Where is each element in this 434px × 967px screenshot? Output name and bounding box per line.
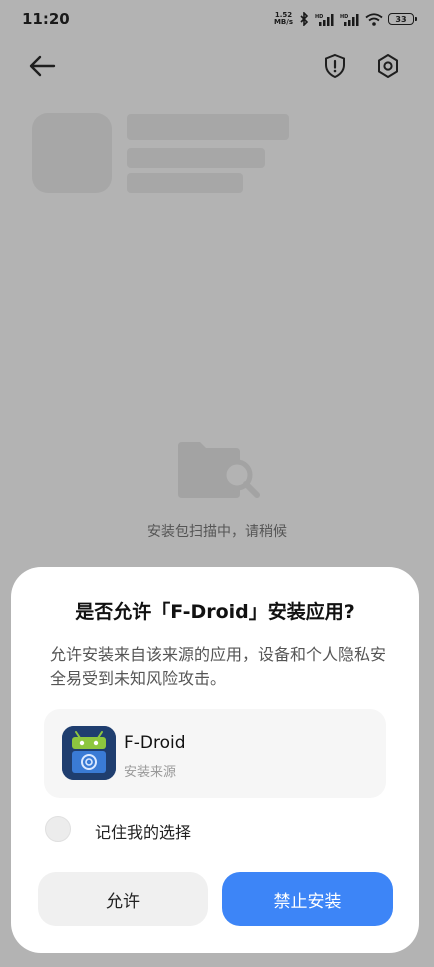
security-button[interactable] bbox=[319, 50, 351, 82]
settings-button[interactable] bbox=[372, 50, 404, 82]
signal-hd-icon: HD bbox=[340, 13, 359, 26]
dialog-description: 允许安装来自该来源的应用，设备和个人隐私安全易受到未知风险攻击。 bbox=[50, 645, 387, 688]
remember-choice-label[interactable]: 记住我的选择 bbox=[95, 819, 191, 843]
wifi-icon bbox=[365, 12, 383, 26]
remember-choice-checkbox[interactable] bbox=[45, 816, 71, 842]
dialog-title: 是否允许「F-Droid」安装应用? bbox=[75, 601, 355, 623]
battery-icon: 33 bbox=[388, 13, 417, 25]
signal-hd-icon: HD bbox=[315, 13, 334, 26]
network-speed: 1.52 MB/s bbox=[274, 12, 293, 26]
app-meta-placeholder bbox=[127, 173, 243, 193]
block-install-button[interactable]: 禁止安装 bbox=[222, 872, 393, 926]
network-speed-unit: MB/s bbox=[273, 18, 293, 26]
gear-icon bbox=[378, 54, 398, 78]
status-bar: 11:20 1.52 MB/s HD HD 33 bbox=[0, 0, 434, 38]
app-name: F-Droid bbox=[124, 733, 186, 753]
back-button[interactable] bbox=[26, 50, 58, 82]
svg-text:HD: HD bbox=[340, 14, 348, 20]
shield-alert-icon bbox=[325, 53, 345, 79]
arrow-left-icon bbox=[29, 55, 56, 77]
bluetooth-icon bbox=[300, 12, 309, 26]
app-subtitle: 安装来源 bbox=[124, 765, 177, 780]
scan-status-text: 安装包扫描中，请稍候 bbox=[147, 524, 287, 540]
status-icons: 1.52 MB/s HD HD 33 bbox=[274, 12, 417, 26]
status-time: 11:20 bbox=[22, 10, 70, 28]
svg-text:HD: HD bbox=[315, 14, 323, 20]
allow-button[interactable]: 允许 bbox=[38, 872, 208, 926]
app-icon-placeholder bbox=[32, 113, 112, 193]
folder-search-icon bbox=[178, 442, 260, 498]
install-permission-dialog: 是否允许「F-Droid」安装应用? 允许安装来自该来源的应用，设备和个人隐私安… bbox=[11, 567, 419, 953]
battery-level: 33 bbox=[395, 14, 407, 24]
app-meta-placeholder bbox=[127, 148, 265, 168]
fdroid-app-icon bbox=[62, 726, 116, 780]
source-app-card: F-Droid 安装来源 bbox=[44, 709, 386, 798]
app-title-placeholder bbox=[127, 114, 289, 140]
